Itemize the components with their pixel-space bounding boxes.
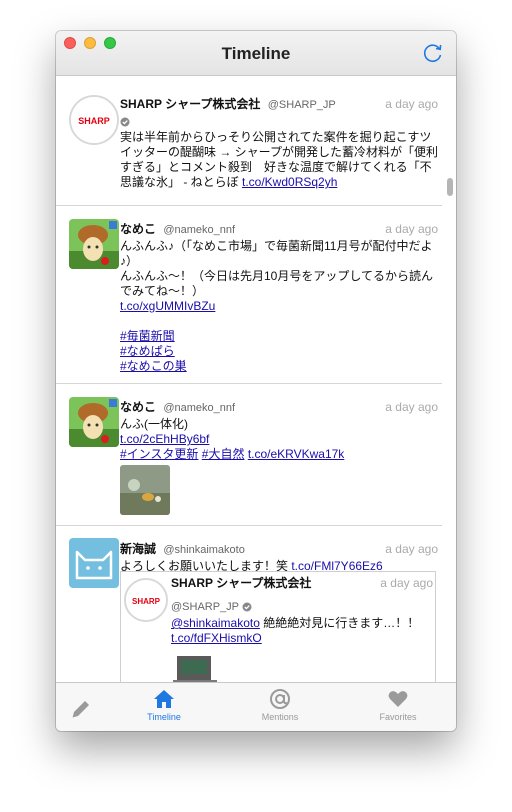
author-name[interactable]: なめこ xyxy=(120,400,156,414)
tab-bar: Timeline Mentions Favorites xyxy=(56,682,456,731)
author-name[interactable]: なめこ xyxy=(120,222,156,236)
avatar[interactable]: SHARP xyxy=(69,95,119,145)
at-icon xyxy=(270,689,290,709)
timestamp: a day ago xyxy=(385,97,438,111)
author-handle[interactable]: @shinkaimakoto xyxy=(163,544,244,556)
tweet-item[interactable]: 新海誠 @shinkaimakoto a day ago よろしくお願いいたしま… xyxy=(56,526,442,682)
author-handle[interactable]: @nameko_nnf xyxy=(163,224,235,236)
tweet-text: んふ(一体化) xyxy=(120,417,188,431)
mention-link[interactable]: @shinkaimakoto xyxy=(171,616,260,630)
tab-timeline[interactable]: Timeline xyxy=(128,683,200,731)
avatar[interactable] xyxy=(69,219,119,269)
cat-avatar-icon xyxy=(69,538,119,588)
tweet-link[interactable]: t.co/xgUMMIvBZu xyxy=(120,299,215,313)
quoted-tweet[interactable]: SHARP SHARP シャープ株式会社 a day ago @SHARP_JP xyxy=(120,571,436,682)
tweet-link[interactable]: t.co/eKRVKwa17k xyxy=(248,447,345,461)
author-handle[interactable]: @SHARP_JP xyxy=(171,601,239,613)
timeline-list[interactable]: SHARP SHARP シャープ株式会社 @SHARP_JP a day ago… xyxy=(56,77,456,682)
sharp-logo-icon: SHARP xyxy=(71,97,117,143)
author-name[interactable]: SHARP シャープ株式会社 xyxy=(120,97,260,111)
author-name[interactable]: SHARP シャープ株式会社 xyxy=(171,576,311,590)
svg-text:SHARP: SHARP xyxy=(132,597,161,606)
timestamp: a day ago xyxy=(385,542,438,556)
tweet-item[interactable]: なめこ @nameko_nnf a day ago んふ(一体化) t.co/2… xyxy=(56,384,442,526)
author-handle[interactable]: @SHARP_JP xyxy=(268,99,336,111)
media-thumbnail[interactable] xyxy=(120,465,170,515)
sharp-logo-icon: SHARP xyxy=(126,580,166,620)
hashtag-link[interactable]: #なめぱら xyxy=(120,344,175,358)
media-thumbnail[interactable] xyxy=(171,650,221,682)
tab-label: Favorites xyxy=(379,712,417,722)
tweet-link[interactable]: t.co/fdFXHismkO xyxy=(171,631,262,645)
compose-icon xyxy=(72,701,89,718)
avatar[interactable] xyxy=(69,538,119,588)
tweet-item[interactable]: なめこ @nameko_nnf a day ago んふんふ♪（「なめこ市場」で… xyxy=(56,206,442,384)
tweet-item[interactable]: SHARP SHARP シャープ株式会社 @SHARP_JP a day ago… xyxy=(56,77,442,206)
nameko-avatar-icon xyxy=(69,397,119,447)
window-title: Timeline xyxy=(221,44,291,63)
computer-image xyxy=(171,650,221,682)
hashtag-link[interactable]: #なめこの巣 xyxy=(120,359,187,373)
heart-icon xyxy=(388,691,408,707)
tweet-text: 実は半年前からひっそり公開されてた案件を掘り起こすツイッターの醍醐味 → シャー… xyxy=(120,130,438,189)
svg-text:SHARP: SHARP xyxy=(78,116,110,126)
author-handle[interactable]: @nameko_nnf xyxy=(163,402,235,414)
tab-compose[interactable] xyxy=(56,683,106,731)
home-icon xyxy=(154,690,174,708)
timestamp: a day ago xyxy=(380,576,433,590)
timestamp: a day ago xyxy=(385,222,438,236)
hashtag-link[interactable]: #インスタ更新 xyxy=(120,447,198,461)
tweet-text: んふんふ♪（「なめこ市場」で毎菌新聞11月号が配付中だよ♪） xyxy=(120,239,433,268)
tweet-text: @shinkaimakoto 絶絶絶対見に行きます…！！ xyxy=(171,616,420,630)
tab-favorites[interactable]: Favorites xyxy=(362,683,434,731)
avatar[interactable] xyxy=(69,397,119,447)
photo-image xyxy=(120,465,170,515)
title-bar: Timeline xyxy=(56,31,456,76)
tab-label: Mentions xyxy=(261,712,299,722)
timestamp: a day ago xyxy=(385,400,438,414)
refresh-icon[interactable] xyxy=(422,42,444,64)
hashtag-link[interactable]: #毎菌新聞 xyxy=(120,329,175,343)
tab-label: Timeline xyxy=(147,712,181,722)
hashtag-link[interactable]: #大自然 xyxy=(202,447,245,461)
tab-mentions[interactable]: Mentions xyxy=(244,683,316,731)
verified-icon xyxy=(120,117,130,127)
tweet-text: んふんふ〜！（今日は先月10月号をアップしてるから読んでみてね〜！） xyxy=(120,269,433,298)
verified-icon xyxy=(242,602,252,612)
tweet-link[interactable]: t.co/2cEhHBy6bf xyxy=(120,432,209,446)
nameko-avatar-icon xyxy=(69,219,119,269)
scrollbar-thumb[interactable] xyxy=(447,178,453,196)
app-window: Timeline SHARP SHARP シャープ株式会社 @SHARP_JP … xyxy=(56,31,456,731)
author-name[interactable]: 新海誠 xyxy=(120,542,156,556)
tweet-link[interactable]: t.co/Kwd0RSq2yh xyxy=(242,175,337,189)
avatar[interactable]: SHARP xyxy=(124,578,168,622)
